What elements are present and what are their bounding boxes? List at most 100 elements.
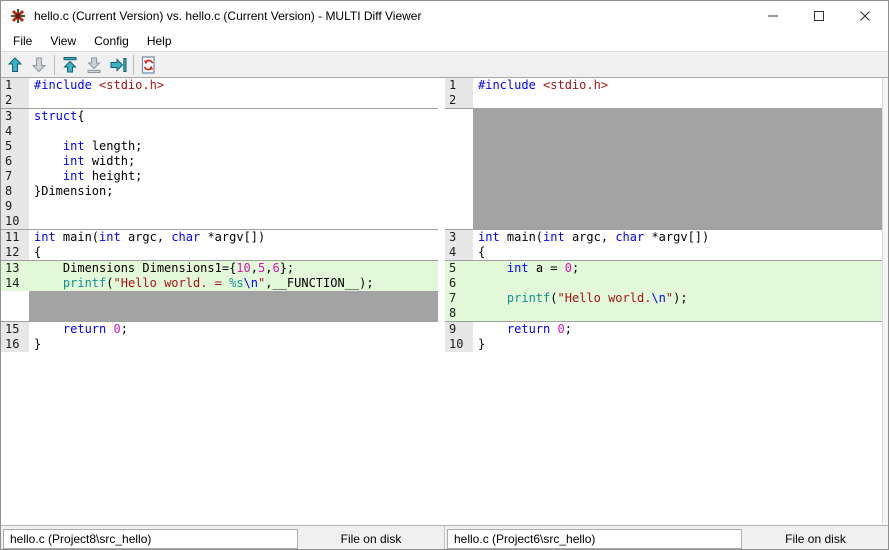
code-segment	[34, 322, 63, 336]
document-refresh-icon	[139, 55, 159, 75]
code-segment: int	[34, 230, 56, 244]
vertical-scrollbar[interactable]	[882, 78, 889, 525]
line-number	[1, 291, 29, 321]
code-line[interactable]: 9	[1, 199, 438, 214]
last-diff-button[interactable]	[82, 53, 106, 77]
code-line[interactable]: 4{	[445, 245, 882, 260]
right-file-source-label: File on disk	[742, 532, 889, 546]
code-segment: main(	[56, 230, 99, 244]
line-number: 9	[445, 322, 473, 337]
code-line[interactable]: 13 Dimensions Dimensions1={10,5,6};	[1, 261, 438, 276]
code-segment: );	[673, 291, 687, 305]
first-diff-button[interactable]	[58, 53, 82, 77]
line-number: 3	[1, 109, 29, 124]
line-number: 10	[1, 214, 29, 229]
code-line[interactable]: 5 int a = 0;	[445, 261, 882, 276]
code-segment: 0	[558, 322, 565, 336]
code-segment: int	[63, 169, 85, 183]
line-number: 2	[445, 93, 473, 108]
code-line[interactable]: 6 int width;	[1, 154, 438, 169]
close-button[interactable]	[842, 1, 888, 31]
pane-divider	[438, 78, 445, 525]
code-segment: "Hello world. =	[114, 276, 230, 290]
code-segment: int	[478, 230, 500, 244]
line-number: 3	[445, 230, 473, 245]
code-segment: {	[34, 245, 41, 259]
code-line[interactable]: 6	[445, 276, 882, 291]
code-line[interactable]: 11int main(int argc, char *argv[])	[1, 230, 438, 245]
code-segment: ;	[121, 322, 128, 336]
code-segment: return	[507, 322, 550, 336]
down-arrow-bar-icon	[84, 55, 104, 75]
code-segment: 0	[565, 261, 572, 275]
diff-view: 1#include <stdio.h>23struct{45 int lengt…	[1, 78, 888, 525]
left-code-pane[interactable]: 1#include <stdio.h>23struct{45 int lengt…	[1, 78, 438, 525]
code-line[interactable]: 8}Dimension;	[1, 184, 438, 199]
code-segment: return	[63, 322, 106, 336]
code-segment: printf	[507, 291, 550, 305]
left-file-path: hello.c (Project8\src_hello)	[3, 529, 298, 549]
line-number: 5	[445, 261, 473, 276]
code-line[interactable]: 14 printf("Hello world. = %s\n",__FUNCTI…	[1, 276, 438, 291]
toolbar-separator	[133, 55, 134, 75]
code-segment: (	[550, 291, 557, 305]
menu-config[interactable]: Config	[85, 32, 138, 50]
code-line[interactable]: 1#include <stdio.h>	[1, 78, 438, 93]
prev-diff-button[interactable]	[3, 53, 27, 77]
code-segment: a =	[529, 261, 565, 275]
code-segment: argc,	[121, 230, 172, 244]
code-segment: int	[507, 261, 529, 275]
code-segment: #include	[478, 78, 536, 92]
code-line[interactable]: 4	[1, 124, 438, 139]
menu-file[interactable]: File	[4, 32, 41, 50]
maximize-button[interactable]	[796, 1, 842, 31]
left-status: hello.c (Project8\src_hello) File on dis…	[1, 526, 444, 550]
code-line[interactable]: 2	[445, 93, 882, 108]
code-segment: <stdio.h>	[99, 78, 164, 92]
left-file-source-label: File on disk	[298, 532, 444, 546]
line-number: 10	[445, 337, 473, 352]
toolbar-separator	[54, 55, 55, 75]
code-line[interactable]: 9 return 0;	[445, 322, 882, 337]
goto-line-button[interactable]	[106, 53, 130, 77]
window-title: hello.c (Current Version) vs. hello.c (C…	[34, 9, 750, 23]
multi-diff-viewer-window: hello.c (Current Version) vs. hello.c (C…	[0, 0, 889, 550]
code-line[interactable]: 16}	[1, 337, 438, 352]
line-number: 9	[1, 199, 29, 214]
code-line[interactable]: 8	[445, 306, 882, 321]
window-controls	[750, 1, 888, 31]
status-bar: hello.c (Project8\src_hello) File on dis…	[1, 525, 888, 550]
close-icon	[859, 10, 871, 22]
code-line[interactable]: 3int main(int argc, char *argv[])	[445, 230, 882, 245]
code-line[interactable]: 5 int length;	[1, 139, 438, 154]
menu-bar: File View Config Help	[1, 31, 888, 51]
line-number: 12	[1, 245, 29, 260]
code-segment: %s	[229, 276, 243, 290]
line-number: 14	[1, 276, 29, 291]
code-line[interactable]: 12 {	[1, 245, 438, 260]
down-arrow-icon	[29, 55, 49, 75]
code-segment	[478, 261, 507, 275]
code-line[interactable]: 10}	[445, 337, 882, 352]
line-number: 8	[1, 184, 29, 199]
right-code-pane[interactable]: 1#include <stdio.h>23int main(int argc, …	[445, 78, 882, 525]
right-file-path: hello.c (Project6\src_hello)	[447, 529, 742, 549]
code-line[interactable]: 10	[1, 214, 438, 229]
code-line[interactable]: 7 int height;	[1, 169, 438, 184]
menu-view[interactable]: View	[41, 32, 85, 50]
maximize-icon	[813, 10, 825, 22]
minimize-button[interactable]	[750, 1, 796, 31]
code-line[interactable]: 2	[1, 93, 438, 108]
line-number: 2	[1, 93, 29, 108]
next-diff-button[interactable]	[27, 53, 51, 77]
code-segment: Dimensions Dimensions1={	[34, 261, 236, 275]
code-line[interactable]: 15 return 0;	[1, 322, 438, 337]
reload-file-button[interactable]	[137, 53, 161, 77]
code-segment: width;	[85, 154, 136, 168]
code-segment: int	[543, 230, 565, 244]
menu-help[interactable]: Help	[138, 32, 181, 50]
code-line[interactable]: 3struct{	[1, 109, 438, 124]
code-line[interactable]: 1#include <stdio.h>	[445, 78, 882, 93]
code-line[interactable]: 7 printf("Hello world.\n");	[445, 291, 882, 306]
line-number: 5	[1, 139, 29, 154]
